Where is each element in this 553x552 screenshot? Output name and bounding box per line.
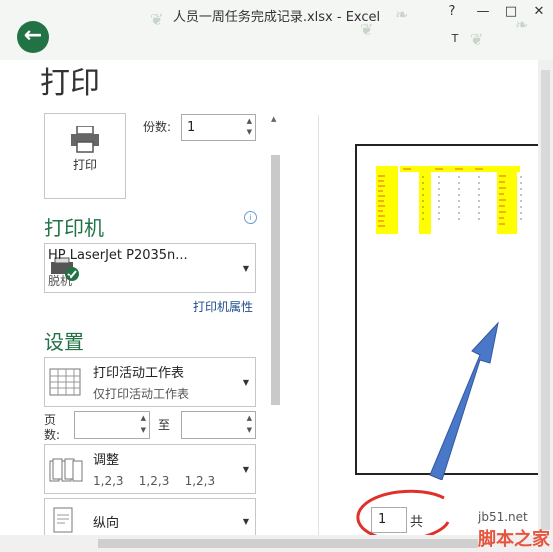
preview-scrollbar-thumb[interactable]	[541, 70, 550, 530]
ribbon-extra-label: T	[451, 32, 459, 45]
decor-leaf-icon: ❦	[470, 30, 484, 49]
back-arrow-icon[interactable]: ←	[17, 21, 49, 53]
pane-divider	[318, 115, 319, 535]
pages-to-label: 至	[158, 418, 171, 432]
copies-stepper[interactable]: 1 ▲ ▼	[181, 114, 256, 141]
printer-icon	[71, 126, 99, 153]
printer-name: HP LaserJet P2035n...	[48, 248, 188, 263]
collate-sub: 1,2,3 1,2,3 1,2,3	[93, 474, 216, 488]
page-title: 打印	[40, 66, 100, 101]
horizontal-scrollbar[interactable]	[0, 535, 553, 552]
settings-scrollbar-thumb[interactable]	[271, 155, 280, 405]
portrait-icon	[53, 507, 73, 533]
printer-heading: 打印机	[44, 216, 104, 240]
orientation-title: 纵向	[93, 516, 120, 531]
print-button[interactable]: 打印	[44, 113, 126, 199]
scroll-up-icon[interactable]: ▲	[271, 115, 276, 123]
pages-from-input[interactable]: ▲ ▼	[74, 411, 150, 439]
copies-value: 1	[187, 120, 196, 135]
settings-scrollbar[interactable]: ▲	[268, 115, 283, 535]
worksheet-icon	[49, 368, 81, 396]
help-button[interactable]: ?	[443, 4, 461, 19]
close-button[interactable]: ✕	[530, 4, 548, 19]
chevron-down-icon: ▼	[242, 465, 249, 474]
watermark-logo: 脚本之家	[478, 529, 550, 550]
copies-label: 份数:	[143, 120, 172, 134]
settings-heading: 设置	[44, 330, 84, 354]
print-button-label: 打印	[72, 158, 97, 172]
orientation-select[interactable]: ▼	[44, 498, 256, 540]
collate-title: 调整	[93, 453, 120, 468]
restore-button[interactable]: □	[502, 4, 520, 19]
spin-down-icon[interactable]: ▼	[247, 128, 252, 136]
pages-label-2: 数:	[44, 428, 61, 442]
pages-to-input[interactable]: ▲ ▼	[181, 411, 256, 439]
collate-icon	[49, 458, 83, 482]
spin-up-icon[interactable]: ▲	[141, 414, 146, 422]
print-scope-sub: 仅打印活动工作表	[93, 387, 190, 401]
chevron-down-icon: ▼	[242, 264, 249, 273]
spin-down-icon[interactable]: ▼	[247, 426, 252, 434]
horizontal-scrollbar-thumb[interactable]	[98, 539, 478, 548]
spin-up-icon[interactable]: ▲	[247, 414, 252, 422]
title-bar: ❦ ❦ ❧ ❦ ❧ 人员一周任务完成记录.xlsx - Excel ? — □ …	[0, 0, 553, 60]
printer-properties-link[interactable]: 打印机属性	[193, 298, 253, 315]
print-scope-title: 打印活动工作表	[93, 366, 185, 381]
printer-status: 脱机	[48, 274, 73, 288]
annotation-arrow-icon	[429, 321, 499, 480]
chevron-down-icon: ▼	[242, 517, 249, 526]
preview-scrollbar[interactable]	[538, 60, 553, 538]
chevron-down-icon: ▼	[242, 378, 249, 387]
window-title: 人员一周任务完成记录.xlsx - Excel	[172, 10, 381, 25]
minimize-button[interactable]: —	[474, 4, 492, 19]
info-icon[interactable]: i	[244, 211, 257, 224]
spin-up-icon[interactable]: ▲	[247, 117, 252, 125]
watermark-url: jb51.net	[478, 510, 528, 524]
spin-down-icon[interactable]: ▼	[141, 426, 146, 434]
